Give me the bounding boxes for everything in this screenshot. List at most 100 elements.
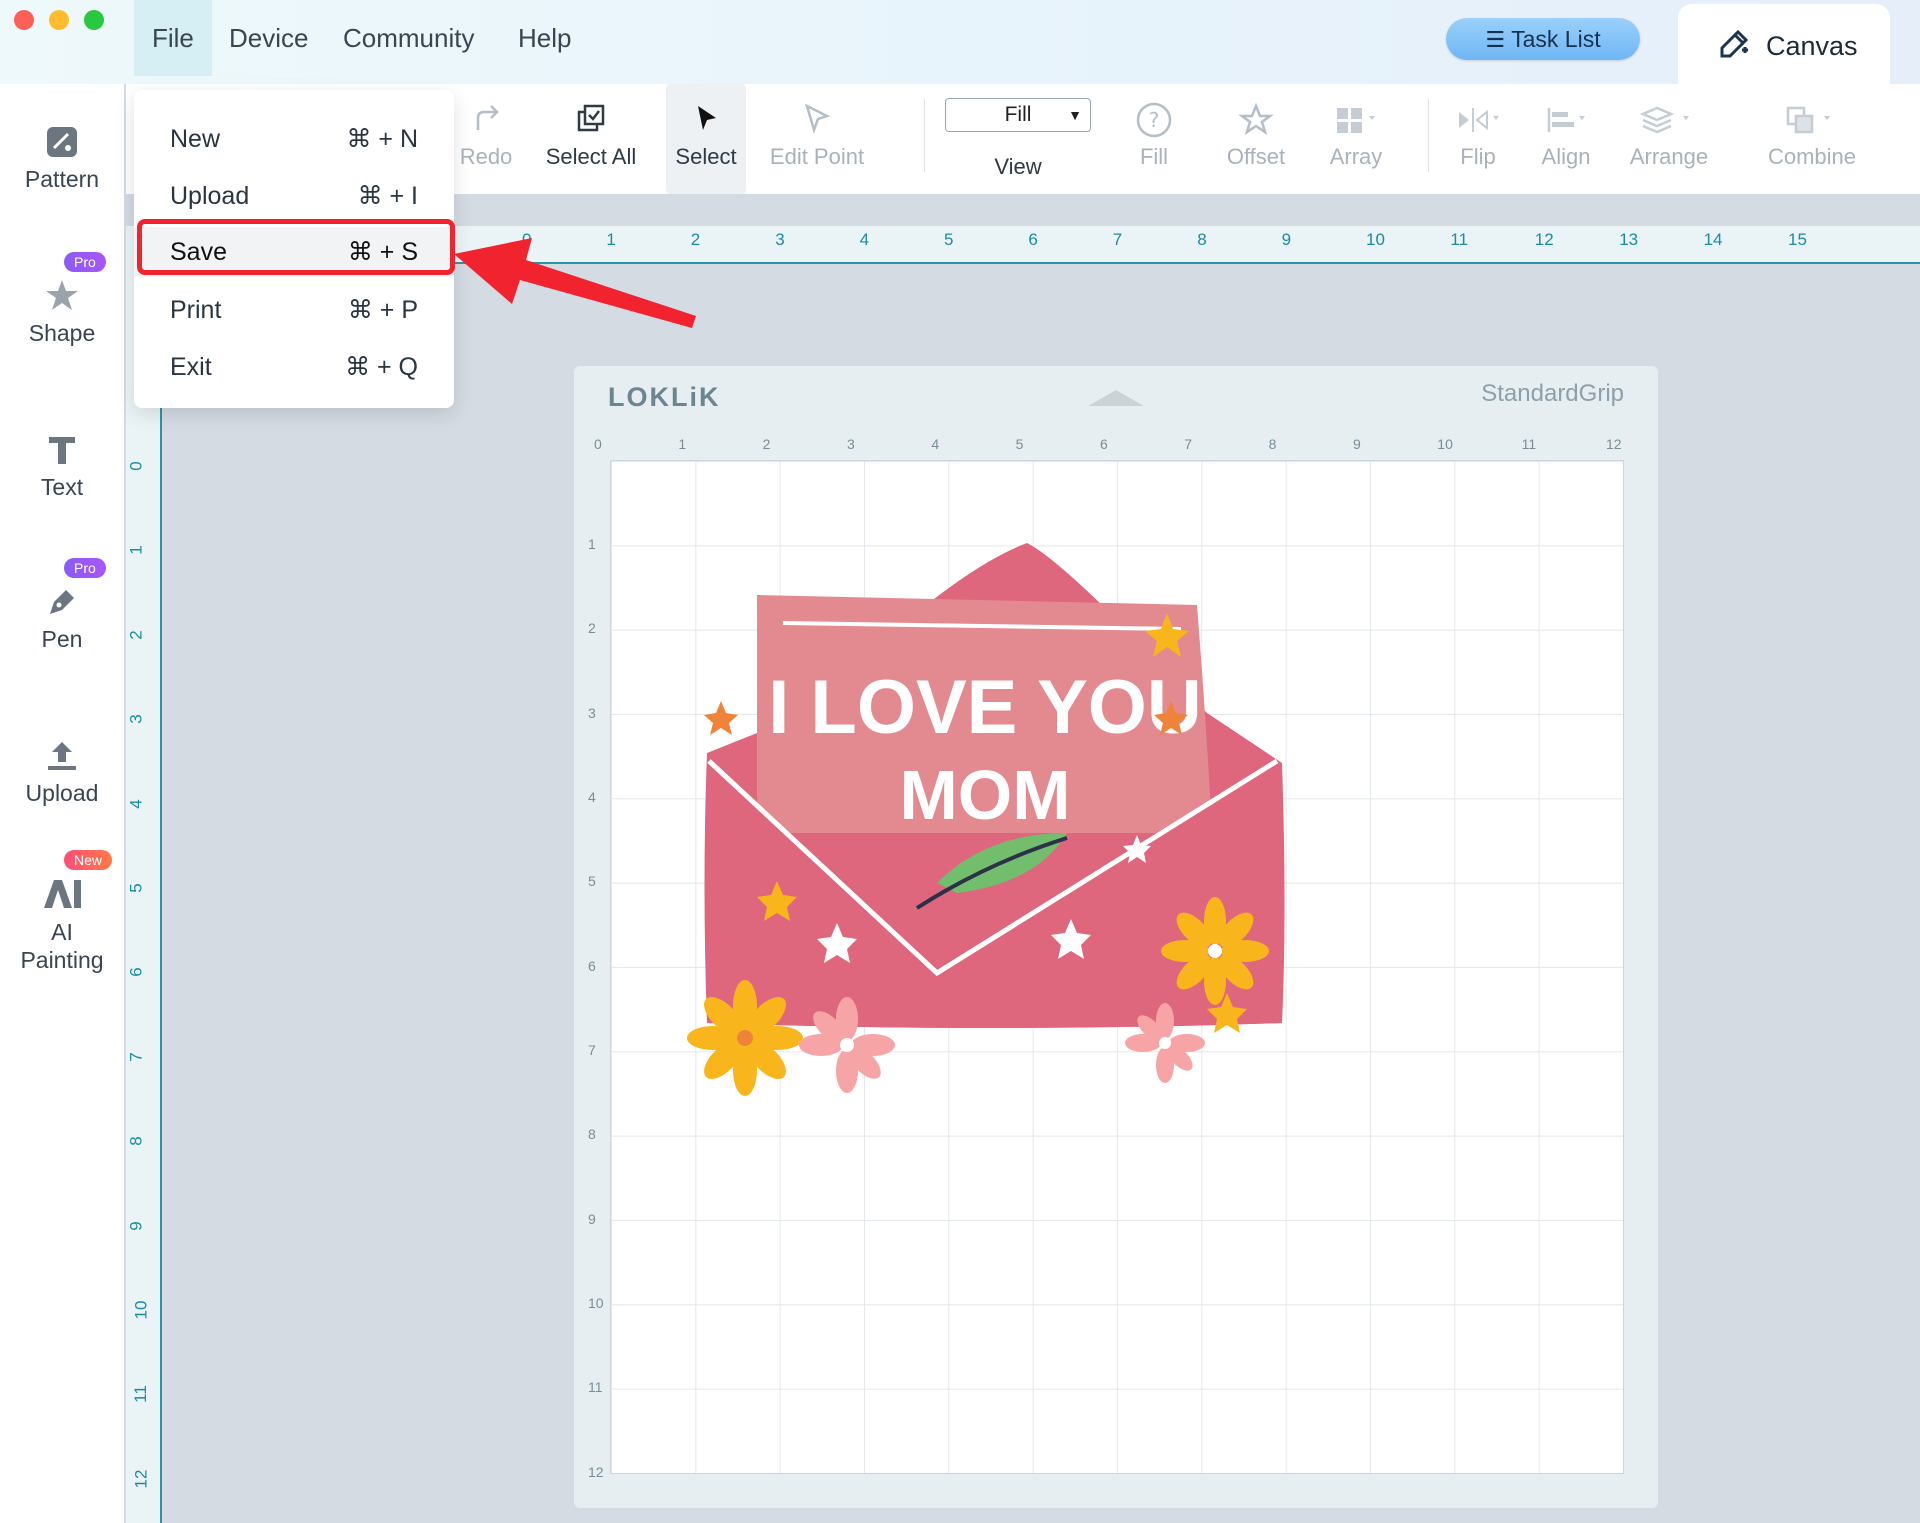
align-label: Align	[1541, 144, 1591, 169]
arrange-label: Arrange	[1629, 144, 1709, 169]
toolbar-divider	[924, 98, 925, 172]
offset-button[interactable]: Offset	[1216, 84, 1296, 194]
text-t-icon	[49, 437, 75, 464]
view-fill-select[interactable]: Fill ▼	[945, 98, 1091, 132]
menu-file[interactable]: File	[134, 0, 212, 76]
sidebar-item-label: Painting	[20, 947, 104, 973]
ruler-tick-label: 14	[1703, 230, 1723, 249]
file-menu-exit[interactable]: Exit ⌘ + Q	[134, 342, 454, 392]
select-button[interactable]: Select	[666, 84, 746, 194]
ai-logo-icon	[44, 880, 81, 908]
redo-button[interactable]: Redo	[444, 84, 528, 194]
flip-button[interactable]: Flip	[1446, 84, 1510, 194]
menu-item-label: Exit	[170, 353, 212, 381]
menu-item-shortcut: ⌘ + I	[357, 182, 418, 210]
menu-item-label: Upload	[170, 182, 250, 210]
ruler-tick-label: 15	[1788, 230, 1807, 249]
ruler-tick-label: 6	[1028, 230, 1038, 249]
left-sidebar: Pattern Pro Shape Text Pro Pen Upload Ne…	[0, 84, 124, 1523]
menu-help[interactable]: Help	[500, 0, 589, 76]
chevron-up-icon[interactable]	[1086, 386, 1146, 410]
pro-badge: Pro	[64, 558, 106, 578]
menu-community[interactable]: Community	[325, 0, 492, 76]
mat-tick-label: 9	[1352, 436, 1361, 452]
mat-tick-label: 6	[1099, 436, 1108, 452]
select-all-button[interactable]: Select All	[536, 84, 646, 194]
mat-tick-label: 10	[1437, 436, 1453, 452]
upload-arrow-icon	[48, 742, 76, 770]
love-mom-envelope-design[interactable]: I LOVE YOU MOM	[687, 533, 1307, 1153]
sidebar-item-ai-painting[interactable]: AI Painting	[0, 876, 124, 974]
sidebar-item-upload[interactable]: Upload	[0, 738, 124, 807]
new-badge: New	[64, 850, 113, 870]
mat-grip-type: StandardGrip	[1481, 380, 1624, 407]
mat-tick-label: 2	[588, 620, 596, 637]
ruler-tick-label: 8	[126, 1136, 146, 1146]
sidebar-item-label: Pattern	[24, 166, 100, 192]
red-arrow-annotation	[454, 238, 696, 328]
view-fill-value: Fill	[1004, 103, 1032, 126]
align-button[interactable]: Align	[1530, 84, 1602, 194]
sidebar-item-label: Shape	[28, 320, 96, 346]
arrange-button[interactable]: Arrange	[1620, 84, 1718, 194]
caret-down-icon: ▼	[1068, 107, 1082, 123]
menu-device[interactable]: Device	[211, 0, 326, 76]
view-label: View	[986, 154, 1050, 194]
sidebar-item-label: AI	[51, 919, 73, 945]
ruler-tick-label: 9	[126, 1220, 146, 1231]
mat-tick-label: 9	[588, 1210, 596, 1227]
fill-label: Fill	[1139, 144, 1169, 169]
zoom-window-button[interactable]	[84, 10, 104, 30]
task-list-label: Task List	[1511, 26, 1601, 52]
mat-tick-label: 11	[1521, 436, 1537, 452]
mat-tick-label: 8	[1268, 436, 1277, 452]
ruler-tick-label: 5	[126, 883, 146, 893]
ruler-tick-label: 9	[1281, 230, 1292, 249]
save-highlight-box	[137, 219, 455, 275]
tab-canvas[interactable]: Canvas	[1678, 4, 1890, 86]
cutting-mat: LOKLiK StandardGrip 0 1 2 3 4 5 6 7 8 9 10 11 12 123…	[574, 366, 1658, 1508]
ruler-tick-label: 3	[775, 230, 785, 249]
file-menu-new[interactable]: New ⌘ + N	[134, 114, 454, 164]
ruler-tick-label: 13	[1619, 230, 1639, 249]
list-icon: ☰	[1485, 27, 1506, 52]
sidebar-item-text[interactable]: Text	[0, 432, 124, 501]
menu-item-shortcut: ⌘ + Q	[345, 353, 418, 381]
minimize-window-button[interactable]	[49, 10, 69, 30]
ruler-tick-label: 2	[126, 630, 146, 640]
flip-label: Flip	[1460, 144, 1496, 169]
ruler-tick-label: 0	[126, 461, 146, 471]
sidebar-item-shape[interactable]: Shape	[0, 278, 124, 347]
sidebar-item-pen[interactable]: Pen	[0, 584, 124, 653]
file-menu-print[interactable]: Print ⌘ + P	[134, 285, 454, 335]
mat-tick-label: 4	[588, 788, 596, 805]
close-window-button[interactable]	[14, 10, 34, 30]
sidebar-item-label: Text	[40, 474, 84, 500]
edit-point-button[interactable]: Edit Point	[762, 84, 872, 194]
array-button[interactable]: Array	[1316, 84, 1396, 194]
array-label: Array	[1329, 144, 1383, 169]
ruler-tick-label: 4	[859, 230, 870, 249]
pen-nib-icon	[50, 590, 74, 614]
design-line-2: MOM	[899, 756, 1070, 834]
select-all-label: Select All	[545, 144, 637, 169]
select-label: Select	[675, 144, 737, 169]
array-grid-icon	[1337, 108, 1375, 133]
combine-label: Combine	[1767, 144, 1857, 169]
ruler-tick-label: 10	[131, 1300, 151, 1320]
canvas-tab-label: Canvas	[1766, 31, 1858, 61]
task-list-button[interactable]: ☰ Task List	[1446, 18, 1640, 60]
fill-question-icon: ?	[1136, 102, 1172, 138]
mat-tick-label: 2	[762, 436, 771, 452]
combine-button[interactable]: Combine	[1760, 84, 1864, 194]
pattern-icon	[47, 127, 77, 157]
sidebar-item-pattern[interactable]: Pattern	[0, 124, 124, 193]
edit-point-icon	[804, 103, 831, 135]
fill-button[interactable]: ? Fill	[1122, 84, 1186, 194]
canvas-edit-icon	[1720, 29, 1749, 58]
file-menu-upload[interactable]: Upload ⌘ + I	[134, 171, 454, 221]
align-icon	[1547, 108, 1585, 132]
redo-icon	[476, 105, 499, 130]
mat-tick-label: 6	[588, 957, 596, 974]
mat-tick-label: 8	[588, 1126, 596, 1143]
